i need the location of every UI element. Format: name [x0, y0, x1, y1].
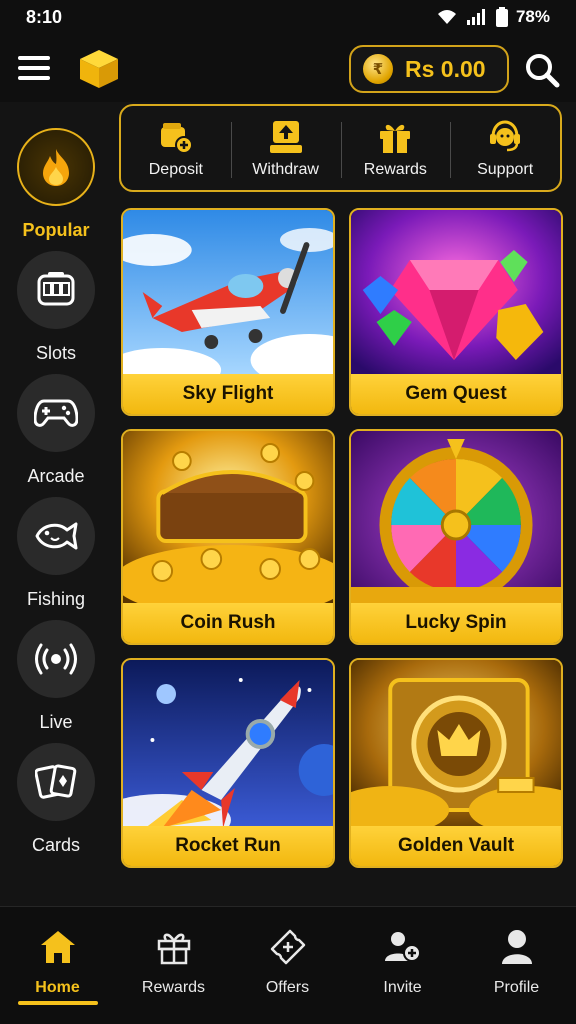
app-logo[interactable] [78, 48, 120, 90]
withdraw-label: Withdraw [252, 161, 319, 178]
sidebar-item-label: Live [39, 712, 73, 732]
game-title: Coin Rush [180, 612, 276, 633]
sidebar-item-popular[interactable]: Popular [0, 128, 112, 248]
gamepad-icon [34, 399, 78, 427]
status-indicators: 78% [436, 7, 550, 27]
sidebar-item-label: Cards [31, 835, 80, 855]
hamburger-menu-icon [18, 56, 50, 80]
sidebar-item-live[interactable]: Live [0, 620, 112, 740]
bottom-nav: Home Rewards Offers Invite Profile [0, 906, 576, 1024]
rocket-run-art [123, 660, 333, 830]
quick-actions-bar: Deposit Withdraw Rewards Support [119, 104, 562, 192]
deposit-button[interactable]: Deposit [121, 106, 231, 190]
sidebar-item-label: Arcade [27, 466, 85, 486]
sidebar-item-label: Popular [22, 220, 90, 240]
battery-percent: 78% [515, 7, 550, 26]
rewards-label: Rewards [363, 161, 427, 178]
status-bar: 8:10 78% [0, 0, 576, 34]
app-header: ₹ Rs 0.00 [0, 34, 576, 102]
balance-amount: Rs 0.00 [405, 55, 486, 82]
game-title: Gem Quest [405, 383, 507, 404]
sidebar-item-slots[interactable]: Slots [0, 251, 112, 371]
nav-offers-label: Offers [265, 979, 310, 996]
sidebar-item-arcade[interactable]: Arcade [0, 374, 112, 494]
deposit-label: Deposit [148, 161, 203, 178]
active-tab-indicator [18, 1001, 98, 1005]
nav-rewards-label: Rewards [141, 979, 206, 996]
status-time: 8:10 [26, 7, 63, 27]
playing-cards-icon [35, 764, 77, 799]
nav-home[interactable]: Home [0, 921, 115, 1011]
game-title: Golden Vault [397, 835, 515, 856]
game-title: Sky Flight [182, 383, 274, 404]
game-card-gem-quest[interactable]: Gem Quest [349, 208, 563, 416]
nav-invite[interactable]: Invite [345, 921, 460, 1011]
sky-flight-art [123, 210, 333, 378]
headset-icon [490, 120, 521, 152]
sidebar-item-fishing[interactable]: Fishing [0, 497, 112, 617]
support-label: Support [477, 161, 534, 178]
withdraw-upload-icon [269, 121, 302, 153]
wallet-plus-icon [160, 123, 193, 154]
gift-icon [157, 933, 190, 965]
game-card-lucky-spin[interactable]: Lucky Spin [349, 429, 563, 645]
nav-profile[interactable]: Profile [459, 921, 574, 1011]
flame-icon [43, 149, 69, 186]
game-title: Lucky Spin [405, 612, 507, 633]
nav-profile-label: Profile [493, 979, 540, 996]
game-card-coin-rush[interactable]: Coin Rush [121, 429, 335, 645]
lucky-spin-art [351, 431, 561, 607]
sidebar-item-label: Slots [35, 343, 77, 363]
nav-offers[interactable]: Offers [230, 921, 345, 1011]
battery-icon [495, 7, 508, 27]
fish-icon [35, 522, 78, 550]
search-icon[interactable] [522, 50, 562, 90]
nav-rewards[interactable]: Rewards [116, 921, 231, 1011]
rewards-button[interactable]: Rewards [340, 106, 451, 190]
balance-display[interactable]: ₹ Rs 0.00 [349, 45, 509, 93]
nav-invite-label: Invite [383, 979, 422, 996]
sidebar-item-label: Fishing [26, 589, 86, 609]
wifi-icon [437, 10, 456, 24]
game-card-sky-flight[interactable]: Sky Flight [121, 208, 335, 416]
broadcast-icon [35, 643, 77, 675]
add-user-icon [384, 932, 421, 962]
withdraw-button[interactable]: Withdraw [230, 106, 341, 190]
support-button[interactable]: Support [450, 106, 560, 190]
game-card-rocket-run[interactable]: Rocket Run [121, 658, 335, 868]
menu-button[interactable] [16, 50, 52, 86]
gift-icon [380, 124, 411, 153]
sidebar-item-cards[interactable]: Cards [0, 743, 112, 863]
gem-quest-art [351, 210, 561, 378]
signal-icon [466, 9, 485, 25]
ticket-plus-icon [270, 929, 305, 965]
category-sidebar: Popular Slots Arcade Fishing Live Cards [0, 102, 112, 906]
game-title: Rocket Run [175, 835, 281, 856]
game-card-golden-vault[interactable]: Golden Vault [349, 658, 563, 868]
nav-home-label: Home [35, 979, 80, 996]
coin-rush-art [123, 431, 333, 607]
person-icon [501, 930, 532, 964]
golden-vault-art [351, 660, 561, 830]
home-icon [40, 931, 75, 963]
slot-machine-icon [37, 272, 75, 306]
rupee-coin-icon: ₹ [363, 54, 393, 84]
